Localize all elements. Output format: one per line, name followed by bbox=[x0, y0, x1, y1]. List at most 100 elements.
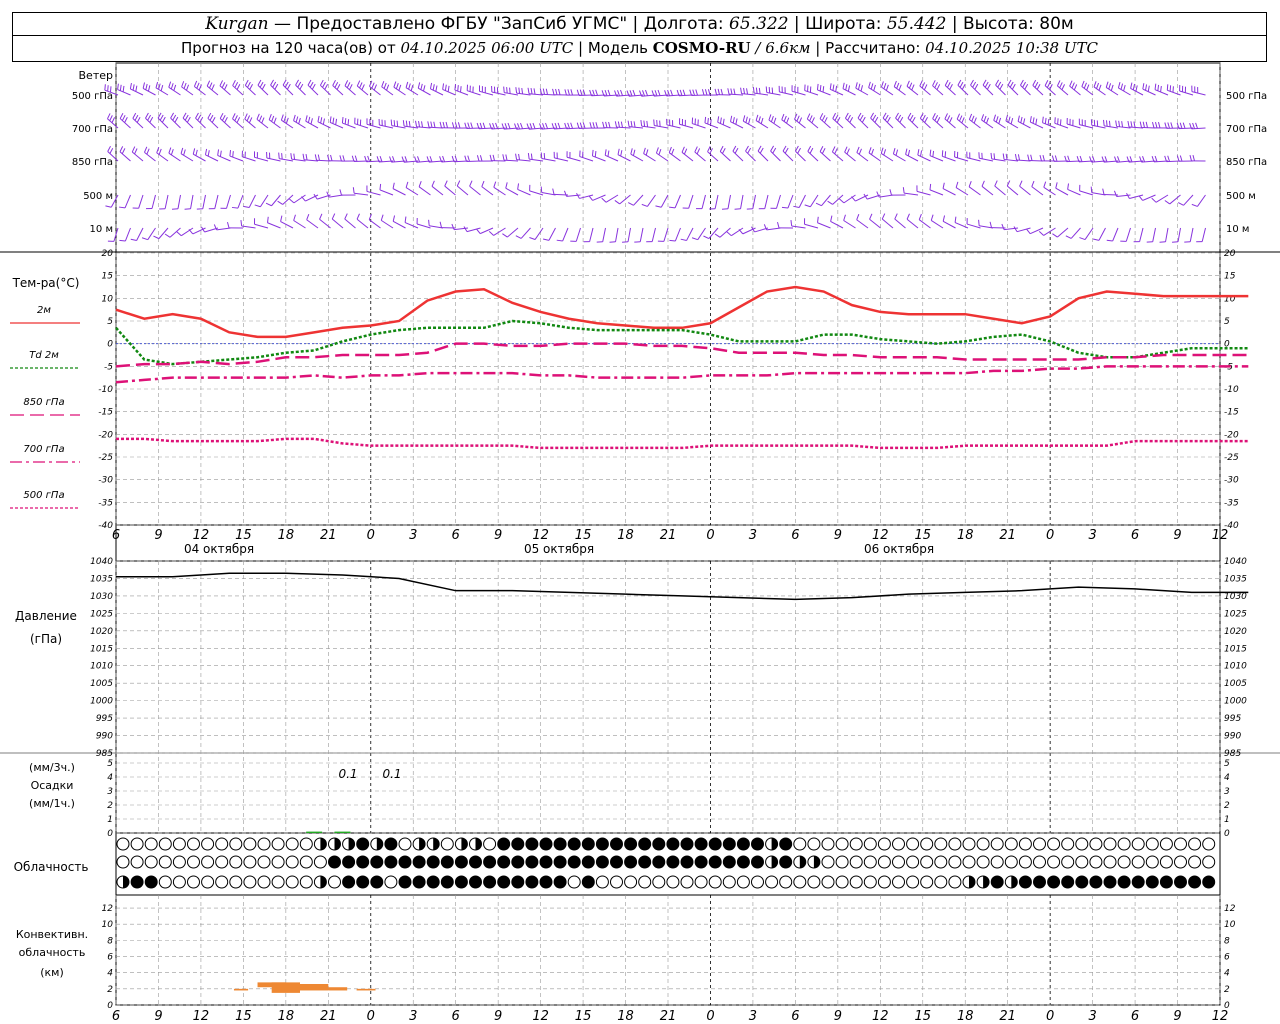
cloud-cover-circle bbox=[1089, 875, 1103, 889]
wind-barb-feather bbox=[760, 117, 764, 124]
wind-barb-feather bbox=[985, 117, 989, 124]
wind-barb-feather bbox=[934, 115, 939, 121]
cloud-cover-circle bbox=[736, 837, 750, 851]
cloud-cover-circle bbox=[158, 837, 172, 851]
wind-barb bbox=[575, 227, 581, 242]
wind-barb-feather bbox=[174, 116, 179, 123]
time-tick-label: 6 bbox=[791, 528, 799, 543]
cloud-cover-circle bbox=[863, 855, 877, 869]
wind-barb-feather bbox=[317, 154, 321, 161]
wind-barb-feather bbox=[641, 203, 648, 207]
cloud-cover-half bbox=[320, 876, 327, 888]
cloud-cover-circle bbox=[130, 855, 144, 869]
wind-barb bbox=[145, 117, 156, 129]
date-label-1: 04 октября bbox=[184, 542, 254, 556]
wind-barb bbox=[857, 117, 869, 129]
wind-barb-feather bbox=[307, 79, 312, 86]
wind-barb bbox=[656, 152, 669, 162]
wind-barb-feather bbox=[521, 87, 524, 95]
cloud-cover-circle bbox=[384, 837, 398, 851]
wind-barb-feather bbox=[971, 115, 975, 122]
wind-barb-feather bbox=[467, 122, 470, 129]
cloud-cover-circle bbox=[271, 837, 285, 851]
convective-cloud-bar bbox=[233, 988, 249, 991]
wind-barb-feather bbox=[456, 180, 461, 187]
wind-barb-feather bbox=[830, 215, 833, 222]
wind-barb-feather bbox=[1067, 183, 1070, 190]
wind-barb-feather bbox=[392, 182, 395, 189]
wind-barb bbox=[918, 219, 931, 229]
wind-barb-feather bbox=[195, 112, 199, 119]
wind-barb-feather bbox=[732, 117, 735, 124]
wind-barb bbox=[798, 194, 806, 208]
wind-barb-feather bbox=[396, 120, 399, 127]
wind-barb-feather bbox=[911, 116, 916, 123]
wind-barb bbox=[868, 152, 881, 162]
wind-barb bbox=[757, 150, 769, 162]
wind-barb bbox=[982, 84, 994, 96]
wind-barb bbox=[817, 222, 831, 229]
wind-barb bbox=[954, 222, 969, 229]
time-tick-label-bottom: 9 bbox=[154, 1009, 162, 1024]
wind-barb-feather bbox=[444, 84, 447, 91]
wind-barb-feather bbox=[893, 80, 897, 87]
cloud-cover-circle bbox=[1145, 855, 1159, 869]
time-tick-label: 0 bbox=[367, 528, 375, 543]
wind-barb bbox=[663, 227, 669, 242]
wind-barb-feather bbox=[172, 114, 177, 121]
time-tick-label: 15 bbox=[235, 528, 252, 543]
cloud-cover-circle bbox=[257, 837, 271, 851]
wind-barb-feather bbox=[489, 154, 492, 161]
wind-barb-feather bbox=[989, 221, 992, 228]
wind-barb-feather bbox=[124, 117, 128, 123]
cloud-cover-circle bbox=[299, 855, 313, 869]
wind-barb-feather bbox=[211, 116, 216, 123]
wind-barb bbox=[257, 84, 269, 96]
cloud-cover-circle bbox=[1047, 855, 1061, 869]
wind-barb-feather bbox=[1154, 83, 1157, 90]
wind-barb-feather bbox=[895, 112, 899, 119]
wind-barb-feather bbox=[786, 117, 790, 124]
wind-barb bbox=[356, 218, 369, 229]
wind-barb bbox=[282, 194, 294, 205]
wind-barb bbox=[332, 85, 344, 96]
wind-barb-feather bbox=[609, 241, 616, 243]
wind-barb-feather bbox=[1195, 122, 1198, 129]
cloud-cover-circle bbox=[1018, 855, 1032, 869]
conv-ytick-right: 10 bbox=[1224, 920, 1236, 930]
wind-barb-feather bbox=[217, 149, 220, 156]
temp-ytick: 20 bbox=[102, 249, 114, 259]
wind-barb-feather bbox=[111, 117, 116, 123]
wind-barb-feather bbox=[658, 148, 662, 155]
wind-barb-feather bbox=[896, 82, 900, 89]
cloud-cover-half bbox=[419, 838, 426, 850]
wind-barb-feather bbox=[339, 189, 342, 196]
wind-barb-feather bbox=[885, 84, 889, 91]
cloud-cover-circle bbox=[243, 855, 257, 869]
wind-barb-feather bbox=[669, 206, 676, 209]
wind-barb-feather bbox=[857, 83, 861, 90]
wind-barb bbox=[668, 152, 681, 162]
wind-barb bbox=[1177, 227, 1181, 242]
meteogram: 6699121215151818212100336699121215151818… bbox=[0, 62, 1280, 1024]
wind-barb-feather bbox=[329, 116, 332, 123]
cloud-cover-circle bbox=[624, 855, 638, 869]
wind-barb-feather bbox=[427, 121, 430, 128]
wind-barb bbox=[241, 225, 256, 229]
wind-barb bbox=[954, 156, 969, 162]
wind-barb bbox=[132, 118, 144, 129]
wind-barb-feather bbox=[1142, 83, 1145, 90]
wind-barb-feather bbox=[280, 215, 283, 222]
wind-barb bbox=[1191, 91, 1206, 96]
wind-barb-feather bbox=[592, 122, 595, 129]
pressure-ytick-right: 1005 bbox=[1224, 679, 1247, 689]
wind-barb-feather bbox=[517, 183, 520, 190]
wind-barb bbox=[639, 227, 644, 242]
cloud-cover-half bbox=[123, 876, 129, 888]
wind-barb-feather bbox=[868, 147, 872, 154]
cloud-cover-circle bbox=[595, 837, 609, 851]
wind-barb bbox=[694, 151, 706, 162]
wind-barb-feather bbox=[392, 215, 396, 222]
wind-barb-feather bbox=[707, 117, 709, 125]
cloud-cover-circle bbox=[990, 875, 1004, 889]
